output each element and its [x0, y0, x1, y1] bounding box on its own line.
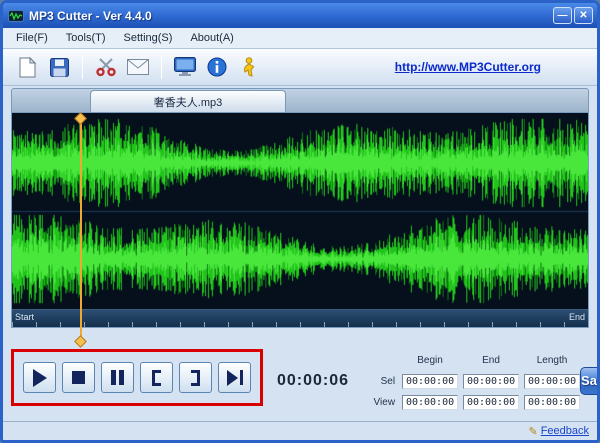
play-selection-icon	[226, 369, 243, 386]
toolbar: http://www.MP3Cutter.org	[3, 49, 597, 86]
ruler-start-label: Start	[15, 312, 35, 322]
new-file-icon	[19, 56, 36, 77]
cut-button[interactable]	[90, 52, 122, 82]
close-button[interactable]: ✕	[574, 7, 593, 24]
display-button[interactable]	[169, 52, 201, 82]
minimize-button[interactable]: —	[553, 7, 572, 24]
pause-button[interactable]	[101, 362, 134, 393]
view-begin-field[interactable]: 00:00:00	[402, 395, 459, 410]
play-selection-button[interactable]	[218, 362, 251, 393]
ruler-ticks	[12, 322, 588, 327]
control-bar: 00:00:06 Begin End Length Sel 00:00:00 0…	[11, 349, 597, 412]
playhead[interactable]	[74, 112, 87, 348]
view-length-field[interactable]: 00:00:00	[524, 395, 581, 410]
menu-about[interactable]: About(A)	[181, 29, 242, 47]
tab-strip: 奢香夫人.mp3	[11, 88, 589, 113]
end-header: End	[482, 355, 500, 366]
monitor-icon	[174, 57, 196, 76]
menu-file[interactable]: File(F)	[7, 29, 57, 47]
stop-icon	[72, 371, 85, 384]
website-link[interactable]: http://www.MP3Cutter.org	[395, 60, 541, 74]
scissors-icon	[96, 58, 116, 77]
menu-bar: File(F) Tools(T) Setting(S) About(A)	[3, 28, 597, 49]
toolbar-separator	[161, 55, 162, 79]
tab-active-file[interactable]: 奢香夫人.mp3	[90, 90, 286, 113]
sel-length-field[interactable]: 00:00:00	[524, 374, 581, 389]
begin-header: Begin	[417, 355, 443, 366]
view-row-label: View	[373, 397, 396, 408]
sel-begin-field[interactable]: 00:00:00	[402, 374, 459, 389]
pencil-icon: ✎	[528, 425, 538, 438]
new-file-button[interactable]	[11, 52, 43, 82]
play-button[interactable]	[23, 362, 56, 393]
info-button[interactable]	[201, 52, 233, 82]
waveform-display[interactable]	[12, 113, 588, 309]
info-icon	[207, 57, 227, 77]
bracket-right-icon	[191, 369, 200, 386]
stop-button[interactable]	[62, 362, 95, 393]
pause-icon	[111, 370, 124, 385]
status-bar: ✎ Feedback	[3, 421, 597, 440]
title-bar: MP3 Cutter - Ver 4.4.0 — ✕	[3, 3, 597, 28]
waveform-panel: Start End	[11, 112, 589, 348]
time-table: Begin End Length Sel 00:00:00 00:00:00 0…	[365, 351, 581, 412]
email-button[interactable]	[122, 52, 154, 82]
app-icon	[8, 9, 24, 22]
toolbar-separator	[82, 55, 83, 79]
set-begin-button[interactable]	[140, 362, 173, 393]
menu-setting[interactable]: Setting(S)	[115, 29, 182, 47]
sel-end-field[interactable]: 00:00:00	[463, 374, 520, 389]
annotation-red-box	[11, 349, 263, 406]
play-icon	[32, 368, 47, 387]
save-file-button[interactable]	[43, 52, 75, 82]
save-icon	[49, 57, 69, 77]
bracket-left-icon	[152, 369, 161, 386]
save-button[interactable]: Save	[580, 366, 597, 395]
window-title: MP3 Cutter - Ver 4.4.0	[29, 8, 152, 23]
playhead-bottom-handle[interactable]	[74, 335, 87, 348]
email-icon	[127, 59, 149, 75]
sel-row-label: Sel	[380, 376, 396, 387]
app-window: MP3 Cutter - Ver 4.4.0 — ✕ File(F) Tools…	[0, 0, 600, 443]
length-header: Length	[536, 355, 568, 366]
running-person-icon	[243, 57, 255, 77]
messenger-button[interactable]	[233, 52, 265, 82]
set-end-button[interactable]	[179, 362, 212, 393]
current-time-display: 00:00:06	[277, 371, 350, 389]
feedback-link[interactable]: Feedback	[541, 425, 589, 437]
view-end-field[interactable]: 00:00:00	[463, 395, 520, 410]
waveform-ruler[interactable]: Start End	[12, 309, 588, 327]
ruler-end-label: End	[568, 312, 585, 322]
menu-tools[interactable]: Tools(T)	[57, 29, 115, 47]
